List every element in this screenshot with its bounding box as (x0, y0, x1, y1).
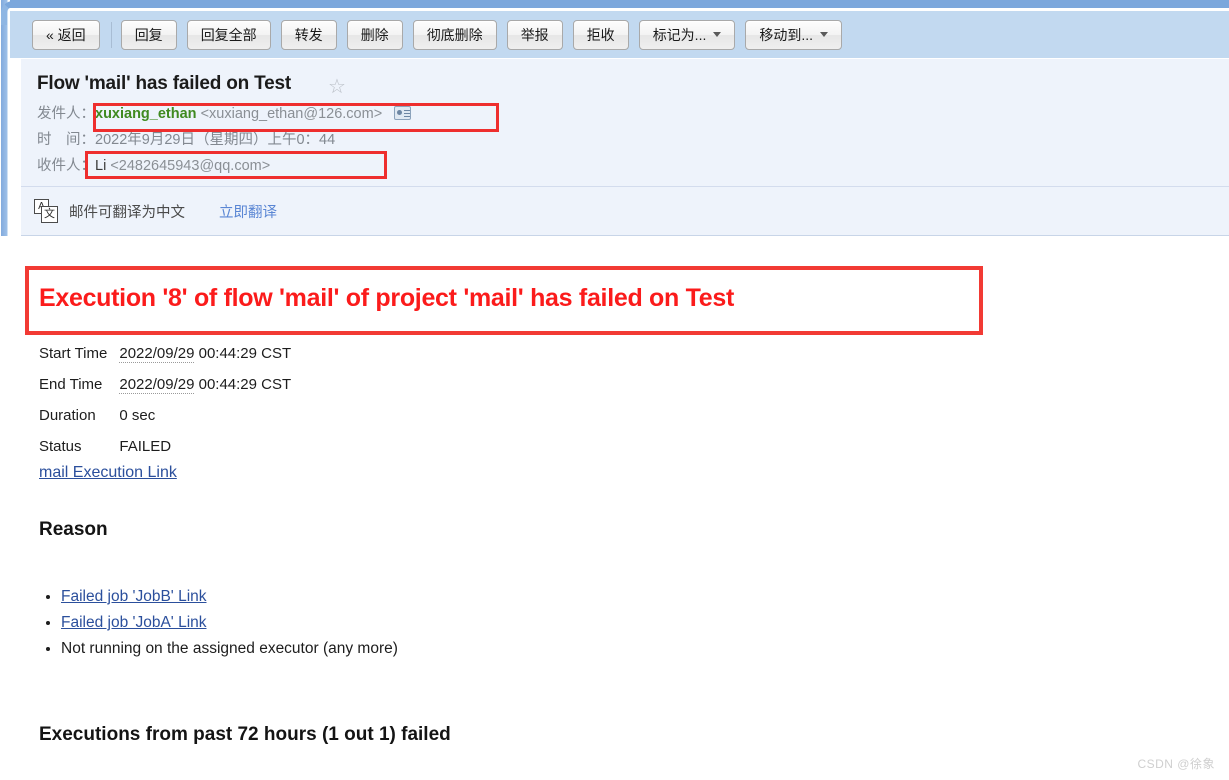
mail-subject: Flow 'mail' has failed on Test (37, 73, 291, 94)
translate-icon: A 文 (34, 199, 58, 223)
translate-icon-front-square: 文 (41, 206, 58, 223)
from-row: 发件人：xuxiang_ethan <xuxiang_ethan@126.com… (37, 103, 412, 125)
detected-date[interactable]: 2022/09/29 (119, 345, 195, 363)
to-row: 收件人：Li <2482645943@qq.com> (37, 155, 270, 177)
toolbar-button-label: 彻底删除 (426, 26, 483, 43)
watermark: CSDN @徐象 (1137, 757, 1215, 771)
table-row: Duration 0 sec (39, 407, 291, 438)
detail-value: 2022/09/29 00:44:29 CST (119, 345, 292, 363)
toolbar-separator (110, 21, 112, 48)
detail-key: Start Time (39, 345, 108, 362)
list-item: Failed job 'JobB' Link (61, 588, 398, 606)
translate-message: 邮件可翻译为中文 (69, 205, 185, 221)
delete-button[interactable]: 删除 (346, 19, 403, 50)
detail-key: End Time (39, 376, 103, 393)
back-button[interactable]: « 返回 (32, 19, 100, 50)
failure-title: Execution '8' of flow 'mail' of project … (39, 284, 734, 312)
time-row: 时 间：2022年9月29日（星期四）上午0：44 (37, 129, 335, 151)
contact-card-icon[interactable] (394, 106, 412, 120)
list-item: Failed job 'JobA' Link (61, 614, 398, 632)
mail-header-panel: Flow 'mail' has failed on Test ☆ 发件人：xux… (21, 59, 1229, 186)
chevron-down-icon (820, 32, 829, 37)
execution-link[interactable]: mail Execution Link (39, 464, 177, 482)
detected-date[interactable]: 2022/09/29 (119, 376, 195, 394)
execution-details-table: Start Time 2022/09/29 00:44:29 CST End Tim… (39, 345, 291, 469)
to-label: 收件人： (37, 158, 95, 174)
reply-all-button[interactable]: 回复全部 (186, 19, 271, 50)
toolbar-button-row: « 返回 回复 回复全部 转发 删除 彻底删除 举报 拒收 标记为... 移动到... (10, 11, 1229, 58)
reply-button[interactable]: 回复 (120, 19, 177, 50)
detail-value: 2022/09/29 00:44:29 CST (119, 376, 292, 394)
table-row: End Time 2022/09/29 00:44:29 CST (39, 376, 291, 407)
past-executions-heading: Executions from past 72 hours (1 out 1) … (39, 724, 451, 745)
toolbar-button-label: 举报 (520, 26, 549, 43)
chevron-down-icon (713, 32, 722, 37)
detail-value: 0 sec (119, 407, 156, 424)
to-address[interactable]: <2482645943@qq.com> (110, 158, 270, 174)
mail-body: Execution '8' of flow 'mail' of project … (0, 236, 1229, 780)
window-top-strip (0, 0, 1229, 8)
time-label: 时 间： (37, 132, 95, 148)
mail-reader-window: « 返回 回复 回复全部 转发 删除 彻底删除 举报 拒收 标记为... 移动到... Flow … (0, 0, 1229, 780)
toolbar-button-label: 转发 (294, 26, 323, 43)
detail-key: Duration (39, 407, 96, 424)
star-icon[interactable]: ☆ (328, 76, 350, 98)
from-name[interactable]: xuxiang_ethan (95, 106, 197, 122)
toolbar-button-label: 回复 (134, 26, 163, 43)
toolbar-button-label: 移动到... (759, 26, 814, 43)
toolbar-button-label: 回复全部 (200, 26, 257, 43)
mail-action-toolbar: « 返回 回复 回复全部 转发 删除 彻底删除 举报 拒收 标记为... 移动到... (10, 10, 1229, 58)
reason-list: Failed job 'JobB' Link Failed job 'JobA' … (39, 588, 398, 666)
reject-button[interactable]: 拒收 (572, 19, 629, 50)
from-address[interactable]: <xuxiang_ethan@126.com> (201, 106, 383, 122)
translation-suggestion-bar: A 文 邮件可翻译为中文 立即翻译 (21, 186, 1229, 235)
reason-heading: Reason (39, 519, 108, 540)
toolbar-button-label: 拒收 (586, 26, 615, 43)
failed-job-link[interactable]: Failed job 'JobA' Link (61, 614, 207, 631)
toolbar-button-label: « 返回 (46, 26, 86, 43)
list-item: Not running on the assigned executor (an… (61, 640, 398, 658)
failed-job-link[interactable]: Failed job 'JobB' Link (61, 588, 207, 605)
table-row: Start Time 2022/09/29 00:44:29 CST (39, 345, 291, 376)
from-label: 发件人： (37, 106, 95, 122)
report-button[interactable]: 举报 (506, 19, 563, 50)
move-to-dropdown[interactable]: 移动到... (745, 19, 843, 50)
forward-button[interactable]: 转发 (280, 19, 337, 50)
time-value: 2022年9月29日（星期四）上午0：44 (95, 132, 336, 148)
to-name[interactable]: Li (95, 158, 106, 174)
translate-now-link[interactable]: 立即翻译 (219, 201, 277, 222)
mark-as-dropdown[interactable]: 标记为... (638, 19, 736, 50)
delete-permanently-button[interactable]: 彻底删除 (412, 19, 497, 50)
toolbar-button-label: 标记为... (652, 26, 707, 43)
toolbar-button-label: 删除 (360, 26, 389, 43)
